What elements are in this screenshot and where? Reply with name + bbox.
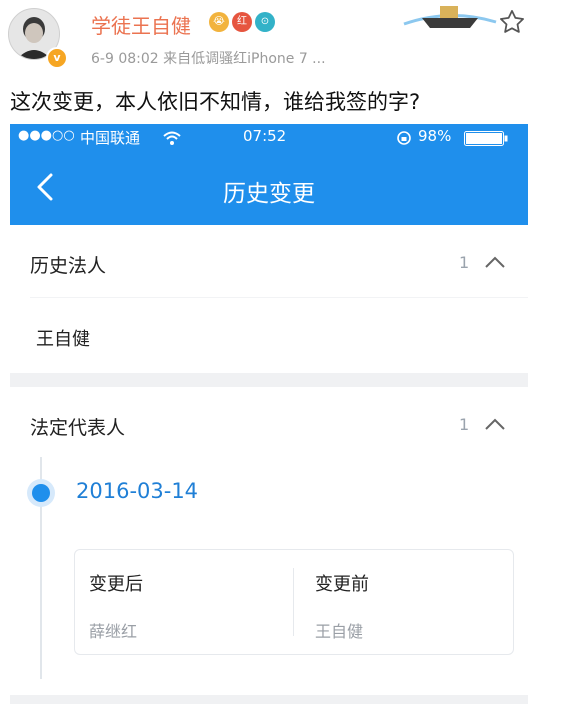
- section-count: 1: [459, 415, 470, 434]
- embedded-screenshot: ●●●○○ 中国联通 07:52 98% 历史变更 历史法人 1 王自健 法定代…: [10, 124, 528, 704]
- emoji-badge-icon: 😭: [209, 12, 229, 32]
- after-value: 薛继红: [89, 622, 138, 641]
- after-label: 变更后: [89, 574, 143, 595]
- post-text: 这次变更，本人依旧不知情，谁给我签的字?: [10, 90, 421, 114]
- section-divider: [10, 373, 528, 387]
- before-label: 变更前: [315, 574, 369, 595]
- battery-icon: [464, 131, 508, 146]
- section-history-legal-person: 历史法人 1 王自健: [10, 225, 528, 373]
- section-count: 1: [459, 253, 470, 272]
- camera-badge-icon: ⊙: [255, 12, 275, 32]
- star-icon[interactable]: [498, 8, 526, 36]
- boat-decoration-icon: [400, 0, 500, 34]
- timeline-dot: [32, 484, 50, 502]
- status-bar: ●●●○○ 中国联通 07:52 98%: [10, 124, 528, 152]
- chevron-up-icon[interactable]: [484, 255, 506, 269]
- card-divider: [293, 568, 294, 636]
- username[interactable]: 学徒王自健: [91, 10, 191, 39]
- nav-bar: 历史变更: [10, 152, 528, 225]
- user-badges: 😭 红 ⊙: [209, 12, 275, 32]
- section-title: 法定代表人: [30, 417, 126, 439]
- bottom-divider: [10, 695, 528, 704]
- change-card: 变更后 薛继红 变更前 王自健: [74, 549, 514, 655]
- change-date: 2016-03-14: [76, 479, 199, 503]
- divider: [30, 297, 528, 298]
- verified-badge-icon: v: [46, 47, 68, 69]
- signal-icon: ●●●○○: [18, 128, 75, 143]
- post-meta: 6-9 08:02 来自低调骚红iPhone 7 ...: [91, 51, 326, 67]
- rotation-lock-icon: [397, 131, 411, 145]
- legal-person-value: 王自健: [36, 329, 90, 350]
- red-badge-icon: 红: [232, 12, 252, 32]
- page-title: 历史变更: [223, 181, 315, 207]
- battery-percent: 98%: [418, 127, 452, 145]
- section-title: 历史法人: [30, 255, 107, 277]
- wifi-icon: [163, 131, 181, 145]
- status-time: 07:52: [243, 127, 287, 145]
- section-legal-representative: 法定代表人 1 2016-03-14 变更后 薛继红 变更前 王自健: [10, 387, 528, 695]
- chevron-up-icon[interactable]: [484, 417, 506, 431]
- before-value: 王自健: [315, 622, 364, 641]
- carrier-label: 中国联通: [80, 129, 141, 147]
